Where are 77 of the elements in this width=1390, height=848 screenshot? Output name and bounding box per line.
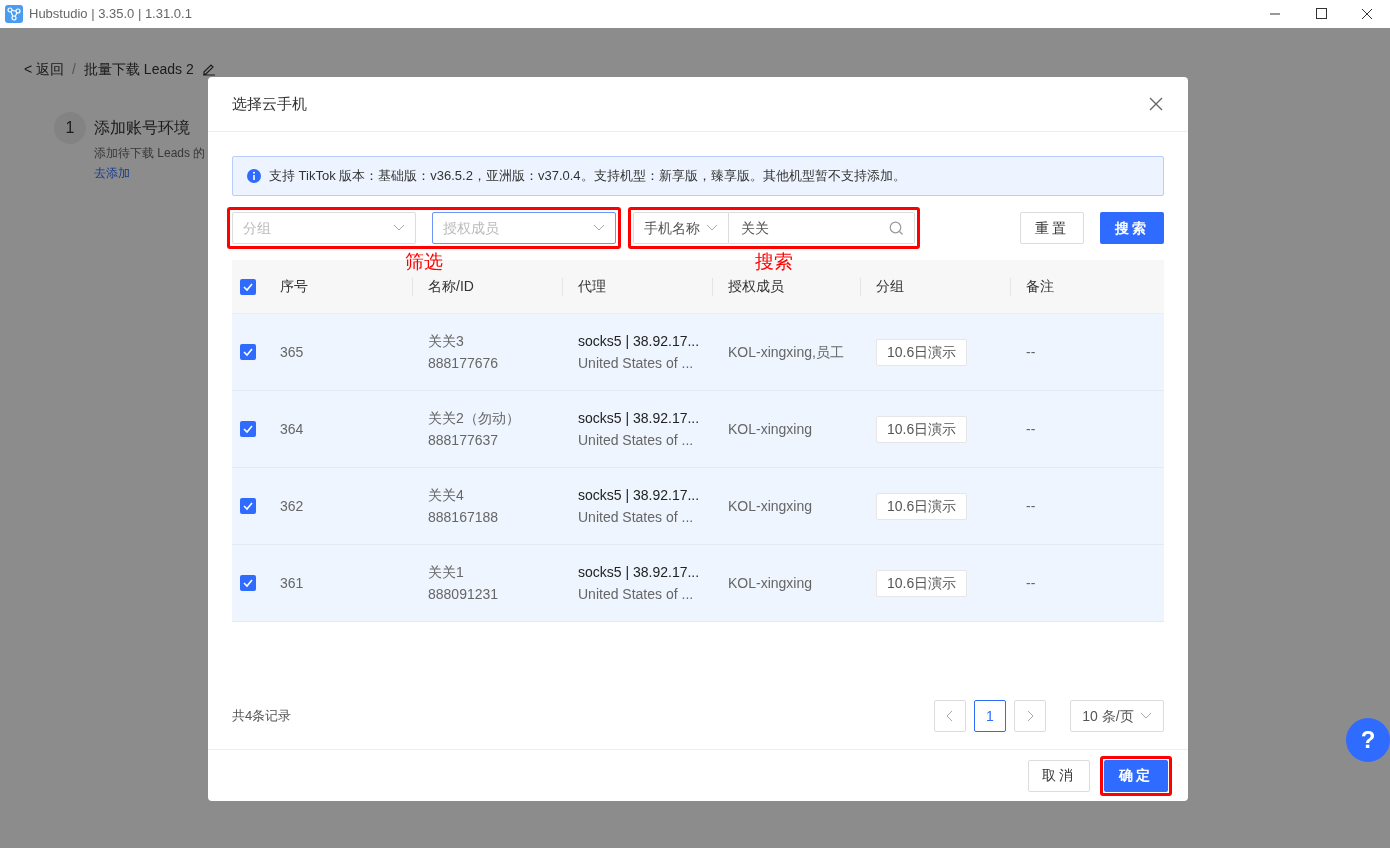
cancel-button[interactable]: 取消: [1028, 759, 1090, 792]
step-description: 添加待下载 Leads 的: [94, 145, 206, 162]
add-link[interactable]: 去添加: [94, 166, 130, 180]
chevron-left-icon: [946, 710, 954, 722]
column-header: 备注: [1026, 277, 1054, 296]
notice-text: 支持 TikTok 版本：基础版：v36.5.2，亚洲版：v37.0.4。支持机型：新享版，臻享版。其他机型暂不支持添加。: [269, 167, 906, 186]
step-title: 添加账号环境: [94, 118, 191, 138]
search-field-select[interactable]: 手机名称: [633, 212, 729, 244]
group-tag: 10.6日演示: [876, 492, 968, 520]
checkbox[interactable]: [240, 498, 256, 514]
table-cell-text: KOL-xingxing: [728, 573, 813, 593]
table-cell-text: United States of ...: [578, 585, 695, 604]
table-cell-text: United States of ...: [578, 354, 695, 373]
table-cell-text: KOL-xingxing: [728, 419, 813, 439]
column-header: 名称/ID: [428, 277, 474, 296]
page-title: 批量下载 Leads 2: [83, 60, 194, 79]
annotation-label: 搜索: [755, 250, 793, 274]
table-cell-text: 关关3: [428, 332, 465, 351]
group-tag: 10.6日演示: [876, 415, 968, 443]
table-cell-text: --: [1026, 496, 1036, 516]
help-button[interactable]: ?: [1346, 718, 1390, 762]
edit-icon[interactable]: [201, 62, 216, 76]
search-input[interactable]: 关关: [739, 216, 879, 240]
table-cell-text: socks5 | 38.92.17...: [578, 486, 700, 505]
checkbox[interactable]: [240, 278, 256, 295]
table-cell-text: 365: [280, 342, 304, 362]
table-cell-text: --: [1026, 573, 1036, 593]
dialog-title: 选择云手机: [232, 93, 307, 114]
group-tag: 10.6日演示: [876, 338, 968, 366]
table-cell-text: 888177637: [428, 431, 500, 450]
table-cell-text: 关关2（勿动）: [428, 409, 520, 428]
chevron-right-icon: [1026, 710, 1034, 722]
table-cell-text: KOL-xingxing,员工: [728, 342, 844, 362]
search-icon[interactable]: [889, 220, 904, 236]
window-title: Hubstudio | 3.35.0 | 1.31.0.1: [29, 5, 192, 24]
page-button[interactable]: 1: [974, 700, 1006, 732]
app-logo-icon: [5, 5, 23, 23]
column-header: 序号: [280, 277, 308, 296]
table-cell-text: 362: [280, 496, 304, 516]
chevron-down-icon: [593, 224, 605, 232]
search-field[interactable]: 关关: [729, 212, 915, 244]
page-size-select[interactable]: 10 条/页: [1070, 700, 1164, 732]
table-cell-text: --: [1026, 342, 1036, 362]
confirm-button[interactable]: 确定: [1104, 759, 1168, 792]
chevron-down-icon: [706, 224, 718, 232]
info-icon: [247, 169, 261, 183]
column-header: 分组: [876, 277, 904, 296]
table-cell-text: 888167188: [428, 508, 499, 527]
checkbox[interactable]: [240, 421, 256, 437]
checkbox[interactable]: [240, 344, 256, 360]
checkbox[interactable]: [240, 575, 256, 591]
chevron-down-icon: [1139, 712, 1152, 720]
column-header: 授权成员: [728, 277, 784, 296]
annotation-label: 筛选: [405, 250, 443, 274]
step-number: 1: [54, 112, 86, 144]
table-cell-text: 361: [280, 573, 304, 593]
close-button[interactable]: [1148, 96, 1164, 112]
table-cell-text: socks5 | 38.92.17...: [578, 563, 700, 582]
group-tag: 10.6日演示: [876, 569, 968, 597]
table-cell-text: KOL-xingxing: [728, 496, 813, 516]
column-header: 代理: [578, 277, 606, 296]
total-count: 共4条记录: [232, 707, 292, 726]
breadcrumb-separator: /: [72, 60, 76, 79]
table-cell-text: 364: [280, 419, 304, 439]
chevron-down-icon: [393, 224, 405, 232]
search-button[interactable]: 搜索: [1100, 212, 1164, 244]
reset-button[interactable]: 重置: [1020, 212, 1084, 244]
table-cell-text: 888091231: [428, 585, 499, 604]
back-link[interactable]: < 返回: [24, 59, 65, 79]
table-cell-text: United States of ...: [578, 508, 695, 527]
table-cell-text: 888177676: [428, 354, 499, 373]
table-cell-text: United States of ...: [578, 431, 695, 450]
table-cell-text: 关关1: [428, 563, 465, 582]
table-cell-text: socks5 | 38.92.17...: [578, 332, 700, 351]
table-cell-text: socks5 | 38.92.17...: [578, 409, 700, 428]
table-cell-text: 关关4: [428, 486, 465, 505]
table-cell-text: --: [1026, 419, 1036, 439]
